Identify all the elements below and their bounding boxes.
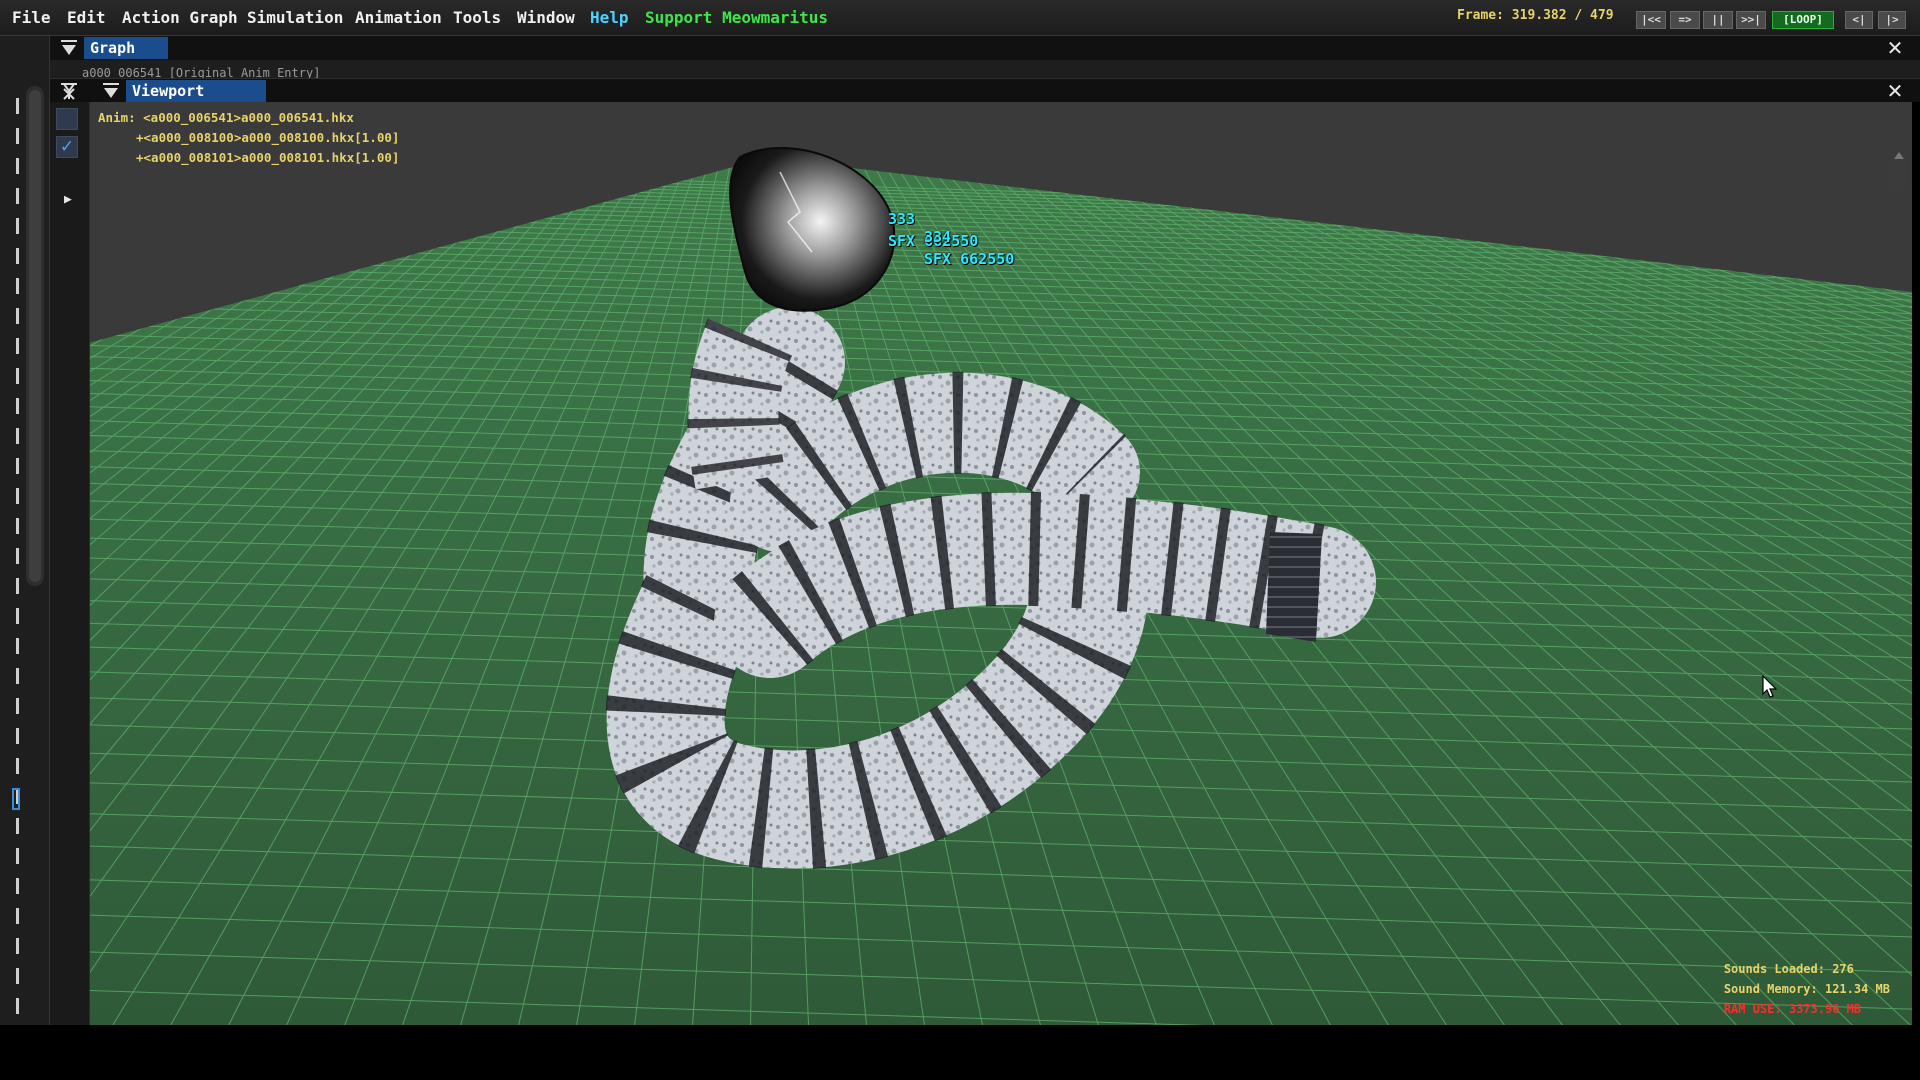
close-icon[interactable]: ✕ [1884, 37, 1906, 59]
anim-info-line: Anim: <a000_006541>a000_006541.hkx [98, 110, 354, 125]
anim-info-line: +<a000_008100>a000_008100.hkx[1.00] [136, 130, 400, 145]
mouse-cursor-icon [1762, 675, 1778, 698]
scroll-up-icon[interactable] [1894, 152, 1904, 159]
play-button[interactable]: => [1670, 11, 1700, 29]
3d-viewport[interactable]: Anim: <a000_006541>a000_006541.hkx +<a000… [90, 102, 1912, 1025]
step-forward-button[interactable]: |> [1878, 11, 1906, 29]
checkbox-icon[interactable] [56, 108, 78, 130]
ram-use-stat: RAM USE: 3373.96 MB [1723, 1002, 1862, 1016]
left-scrollbar-thumb[interactable] [29, 90, 41, 582]
sfx-id-label: SFX 662550 [924, 250, 1015, 268]
expand-arrow-icon[interactable]: ▶ [64, 192, 72, 207]
menu-tools[interactable]: Tools [453, 8, 501, 27]
left-scrollbar[interactable] [26, 86, 44, 586]
anim-info-overlay: Anim: <a000_006541>a000_006541.hkx +<a000… [98, 108, 399, 168]
left-dock-strip [0, 36, 50, 1038]
menu-edit[interactable]: Edit [67, 8, 106, 27]
viewport-side-panel: ✓ ▶ [50, 102, 90, 1025]
graph-panel-header: Graph ✕ [0, 36, 1920, 60]
anim-info-line: +<a000_008101>a000_008101.hkx[1.00] [136, 150, 400, 165]
sfx-bone-number: 333 [888, 210, 916, 228]
pause-button[interactable]: || [1703, 11, 1733, 29]
bottom-letterbox [0, 1025, 1920, 1080]
close-icon[interactable]: ✕ [1884, 80, 1906, 102]
first-frame-button[interactable]: |<< [1636, 11, 1666, 29]
frame-counter: Frame: 319.382 / 479 [1457, 8, 1614, 23]
menu-action-graph[interactable]: Action Graph [122, 8, 238, 27]
sounds-loaded-stat: Sounds Loaded: 276 [1723, 962, 1854, 976]
timeline-marker[interactable] [12, 788, 20, 810]
menu-window[interactable]: Window [517, 8, 575, 27]
checkbox-icon[interactable]: ✓ [56, 136, 78, 158]
graph-panel-body: a000_006541 [Original Anim Entry] [50, 60, 1920, 80]
menu-animation[interactable]: Animation [355, 8, 442, 27]
pin-icon[interactable] [58, 80, 80, 102]
viewport-panel-header: Viewport ✕ [50, 78, 1920, 102]
timeline-ticks [16, 98, 19, 1038]
collapse-icon[interactable] [58, 37, 80, 59]
tab-viewport[interactable]: Viewport [126, 80, 266, 102]
stats-overlay: Sounds Loaded: 276 Sound Memory: 121.34 … [1724, 959, 1890, 1019]
step-back-button[interactable]: <| [1845, 11, 1873, 29]
menu-simulation[interactable]: Simulation [247, 8, 343, 27]
menu-bar: File Edit Action Graph Simulation Animat… [0, 0, 1920, 36]
loop-toggle-button[interactable]: [LOOP] [1772, 11, 1834, 29]
collapse-icon[interactable] [100, 80, 122, 102]
viewport-scrollbar[interactable] [1890, 150, 1908, 190]
menu-support[interactable]: Support Meowmaritus [645, 8, 828, 27]
sound-memory-stat: Sound Memory: 121.34 MB [1723, 982, 1890, 996]
tab-graph[interactable]: Graph [84, 37, 168, 59]
menu-help[interactable]: Help [590, 8, 629, 27]
scene-render [90, 147, 1912, 1025]
sfx-bone-number: 334 [924, 228, 952, 246]
menu-file[interactable]: File [12, 8, 51, 27]
last-frame-button[interactable]: >>| [1736, 11, 1766, 29]
